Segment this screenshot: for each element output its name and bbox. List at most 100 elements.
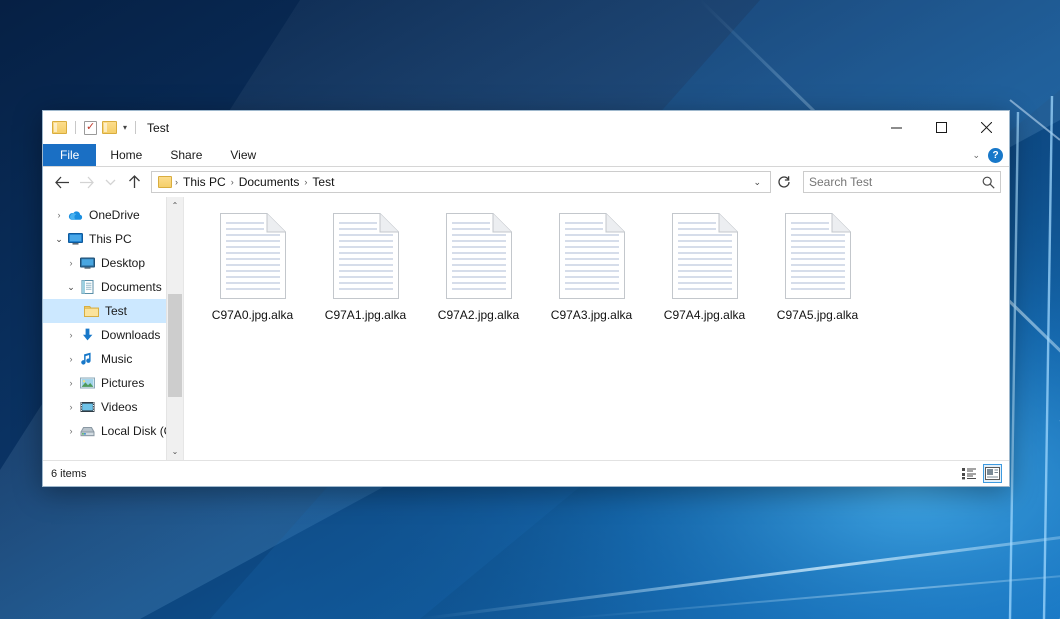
tab-file[interactable]: File xyxy=(43,144,96,166)
sidebar-label-test: Test xyxy=(105,304,127,318)
navigation-pane: › OneDrive ⌄ xyxy=(43,197,183,460)
chevron-right-icon[interactable]: › xyxy=(63,258,79,268)
properties-icon[interactable] xyxy=(84,121,97,135)
file-item[interactable]: C97A1.jpg.alka xyxy=(309,211,422,322)
desktop-icon xyxy=(79,255,96,271)
new-folder-icon[interactable] xyxy=(102,121,117,134)
chevron-right-icon[interactable]: › xyxy=(63,426,79,436)
file-list-view[interactable]: C97A0.jpg.alka xyxy=(184,197,1009,460)
downloads-arrow-icon xyxy=(79,327,96,343)
file-item[interactable]: C97A5.jpg.alka xyxy=(761,211,874,322)
title-bar[interactable]: ▾ Test xyxy=(43,111,1009,144)
chevron-right-icon[interactable]: › xyxy=(63,330,79,340)
sidebar-label-this-pc: This PC xyxy=(89,232,132,246)
sidebar-item-test[interactable]: Test xyxy=(43,299,183,323)
expand-ribbon-chevron-down-icon[interactable]: ⌄ xyxy=(972,150,980,161)
sidebar-item-local-disk-c[interactable]: › Local Disk (C:) xyxy=(43,419,183,443)
search-icon xyxy=(982,176,995,189)
sidebar-label-videos: Videos xyxy=(101,400,137,414)
sidebar-label-pictures: Pictures xyxy=(101,376,144,390)
large-icons-view-button[interactable] xyxy=(983,464,1002,483)
sidebar-item-desktop[interactable]: › Desktop xyxy=(43,251,183,275)
file-name: C97A0.jpg.alka xyxy=(212,308,293,322)
file-explorer-window: ▾ Test xyxy=(42,110,1010,487)
breadcrumb-folder-icon xyxy=(158,176,172,188)
sidebar-label-onedrive: OneDrive xyxy=(89,208,140,222)
forward-button[interactable] xyxy=(75,171,97,193)
tab-view[interactable]: View xyxy=(216,144,270,166)
explorer-body: › OneDrive ⌄ xyxy=(43,197,1009,460)
chevron-down-icon[interactable]: ⌄ xyxy=(51,234,67,245)
generic-document-icon xyxy=(446,213,512,299)
ribbon-actions: ⌄ ? xyxy=(972,144,1003,167)
search-input[interactable]: Search Test xyxy=(809,175,982,189)
pictures-icon xyxy=(79,375,96,391)
refresh-icon[interactable] xyxy=(773,171,795,193)
chevron-down-icon[interactable]: ▾ xyxy=(123,124,127,132)
sidebar-item-pictures[interactable]: › Pictures xyxy=(43,371,183,395)
desktop: ▾ Test xyxy=(0,0,1060,619)
generic-document-icon xyxy=(333,213,399,299)
music-note-icon xyxy=(79,351,96,367)
file-name: C97A4.jpg.alka xyxy=(664,308,745,322)
up-button[interactable] xyxy=(123,171,145,193)
sidebar-item-this-pc[interactable]: ⌄ This PC xyxy=(43,227,183,251)
chevron-right-icon[interactable]: › xyxy=(63,378,79,388)
generic-document-icon xyxy=(559,213,625,299)
recent-locations-chevron-down-icon[interactable] xyxy=(99,171,121,193)
scroll-down-arrow-icon[interactable]: ⌄ xyxy=(167,443,183,460)
local-disk-icon xyxy=(79,423,96,439)
status-bar: 6 items xyxy=(43,460,1009,486)
breadcrumb-item-test[interactable]: Test xyxy=(308,175,338,189)
file-item[interactable]: C97A0.jpg.alka xyxy=(196,211,309,322)
generic-document-icon xyxy=(785,213,851,299)
sidebar-item-downloads[interactable]: › Downloads xyxy=(43,323,183,347)
breadcrumb-item-documents[interactable]: Documents xyxy=(235,175,304,189)
qat-divider-1 xyxy=(75,121,76,134)
address-bar: › This PC › Documents › Test ⌄ Search Te… xyxy=(43,167,1009,197)
sidebar-item-onedrive[interactable]: › OneDrive xyxy=(43,203,183,227)
navigation-pane-scrollbar[interactable]: ⌃ ⌄ xyxy=(166,197,183,460)
sidebar-item-documents[interactable]: ⌄ Documents xyxy=(43,275,183,299)
details-view-button[interactable] xyxy=(960,464,979,483)
file-item[interactable]: C97A3.jpg.alka xyxy=(535,211,648,322)
chevron-down-icon[interactable]: ⌄ xyxy=(63,282,79,293)
sidebar-label-music: Music xyxy=(101,352,132,366)
sidebar-item-videos[interactable]: › Videos xyxy=(43,395,183,419)
window-controls xyxy=(874,111,1009,144)
file-grid: C97A0.jpg.alka xyxy=(196,211,1009,322)
generic-document-icon xyxy=(672,213,738,299)
chevron-right-icon[interactable]: › xyxy=(63,354,79,364)
scrollbar-thumb[interactable] xyxy=(168,294,182,397)
view-mode-buttons xyxy=(960,464,1002,483)
search-box[interactable]: Search Test xyxy=(803,171,1001,193)
tab-share[interactable]: Share xyxy=(156,144,216,166)
quick-access-toolbar: ▾ xyxy=(43,121,139,135)
chevron-right-icon[interactable]: › xyxy=(51,210,67,220)
close-button[interactable] xyxy=(964,111,1009,144)
breadcrumb[interactable]: › This PC › Documents › Test ⌄ xyxy=(151,171,771,193)
item-count: 6 items xyxy=(51,468,86,480)
file-item[interactable]: C97A4.jpg.alka xyxy=(648,211,761,322)
this-pc-monitor-icon xyxy=(67,231,84,247)
sidebar-item-music[interactable]: › Music xyxy=(43,347,183,371)
file-item[interactable]: C97A2.jpg.alka xyxy=(422,211,535,322)
sidebar-label-desktop: Desktop xyxy=(101,256,145,270)
scroll-up-arrow-icon[interactable]: ⌃ xyxy=(167,197,183,214)
help-icon[interactable]: ? xyxy=(988,148,1003,163)
videos-film-icon xyxy=(79,399,96,415)
folder-icon[interactable] xyxy=(52,121,67,134)
maximize-button[interactable] xyxy=(919,111,964,144)
file-name: C97A2.jpg.alka xyxy=(438,308,519,322)
qat-divider-2 xyxy=(135,121,136,134)
chevron-right-icon[interactable]: › xyxy=(63,402,79,412)
file-name: C97A3.jpg.alka xyxy=(551,308,632,322)
documents-icon xyxy=(79,279,96,295)
file-name: C97A1.jpg.alka xyxy=(325,308,406,322)
onedrive-cloud-icon xyxy=(67,207,84,223)
tab-home[interactable]: Home xyxy=(96,144,156,166)
breadcrumb-item-this-pc[interactable]: This PC xyxy=(179,175,230,189)
back-button[interactable] xyxy=(51,171,73,193)
minimize-button[interactable] xyxy=(874,111,919,144)
address-dropdown-chevron-down-icon[interactable]: ⌄ xyxy=(748,177,766,188)
